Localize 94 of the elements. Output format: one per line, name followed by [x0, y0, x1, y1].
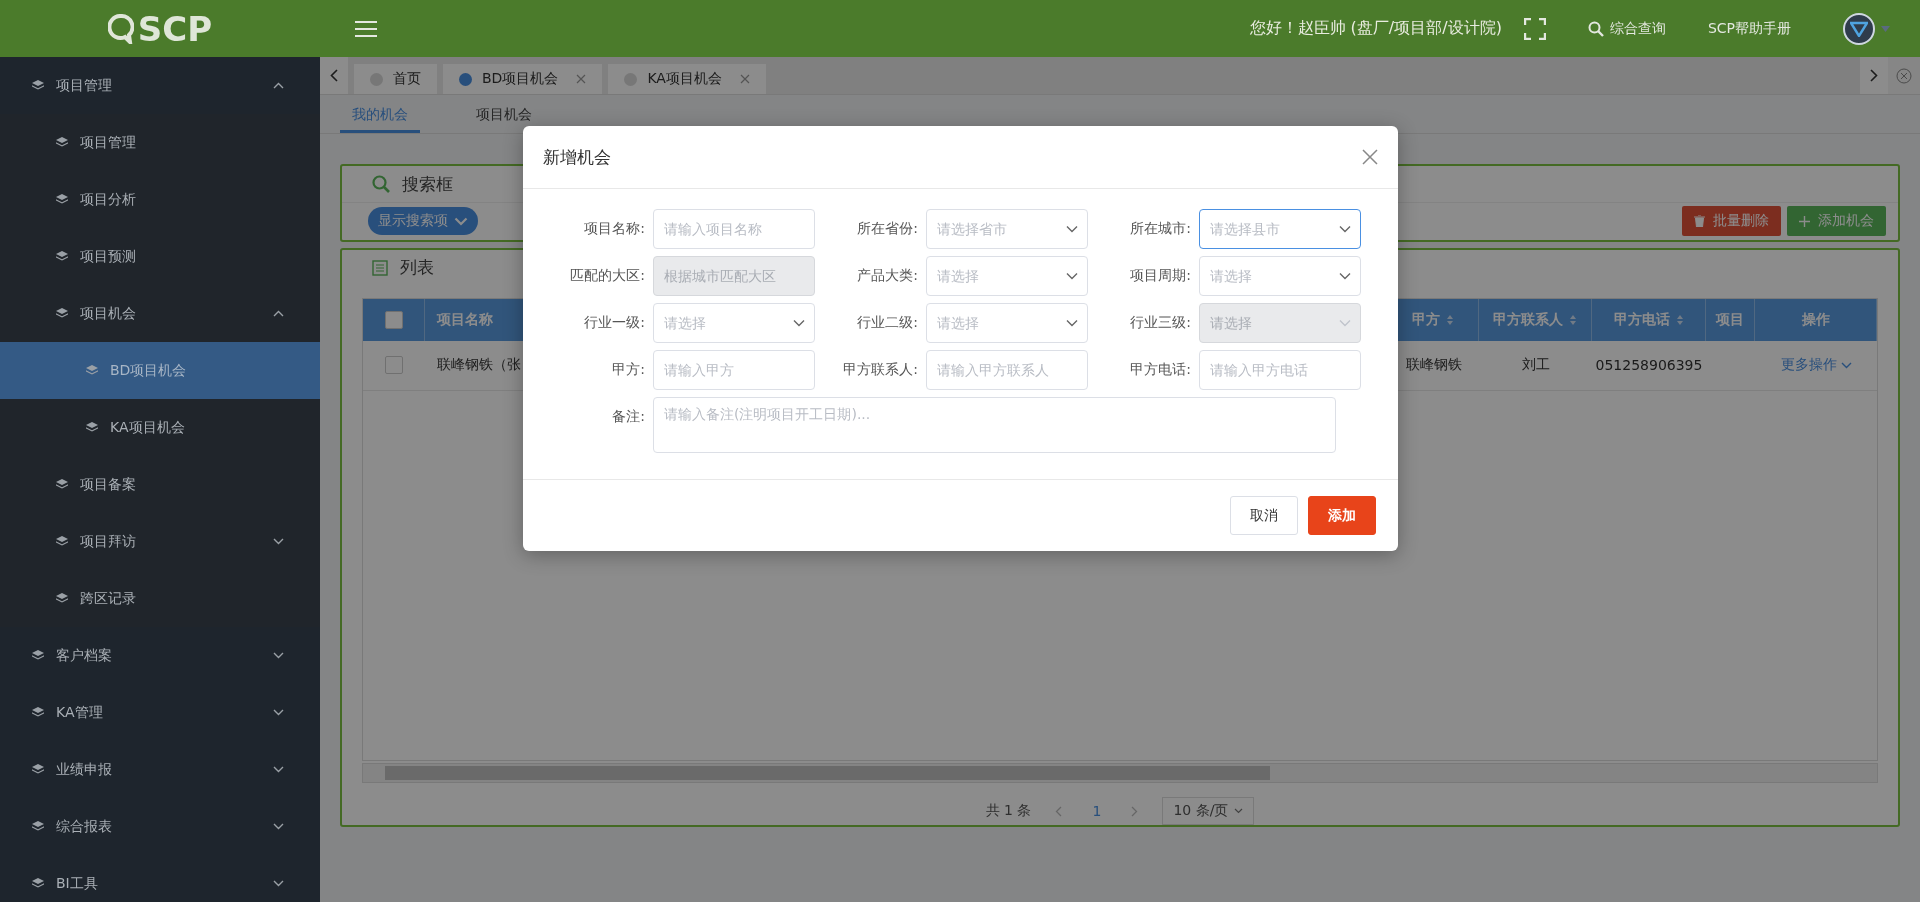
chevron-icon: [1339, 319, 1351, 327]
chevron-icon: [1339, 225, 1351, 233]
chevron-left-icon: [330, 69, 338, 82]
add-button[interactable]: 添加: [1308, 496, 1376, 535]
close-all-icon[interactable]: [1896, 67, 1912, 84]
chevron-icon: [1066, 225, 1078, 233]
total-count: 共 1 条: [985, 802, 1032, 820]
row-checkbox[interactable]: [385, 356, 403, 374]
layers-icon: [56, 593, 68, 604]
field-label: 所在省份:: [856, 219, 918, 238]
layers-icon: [56, 308, 68, 319]
select-field[interactable]: 请选择县市: [1199, 209, 1361, 249]
layers-icon: [86, 365, 98, 376]
layers-icon: [56, 536, 68, 547]
cancel-button[interactable]: 取消: [1230, 496, 1298, 535]
next-page-icon[interactable]: [1131, 805, 1139, 817]
logo-text: SCP: [137, 8, 213, 49]
text-field[interactable]: 请输入甲方: [653, 350, 815, 390]
page-size-select[interactable]: 10 条/页: [1162, 797, 1255, 825]
chevron-right-icon: [1870, 69, 1878, 82]
text-field[interactable]: 请输入甲方联系人: [926, 350, 1088, 390]
page-tab[interactable]: KA项目机会: [608, 64, 766, 94]
layers-icon: [32, 80, 44, 91]
triangle-icon: [1850, 20, 1868, 37]
close-icon: [1362, 149, 1378, 165]
page-tab[interactable]: 首页: [354, 64, 437, 94]
search-icon: [1587, 20, 1604, 37]
chevron-icon: [793, 319, 805, 327]
sort-icon[interactable]: [1446, 313, 1454, 326]
column-header: 操作: [1755, 298, 1877, 341]
table-cell: 051258906395: [1595, 357, 1703, 373]
column-header: 项目: [1706, 298, 1755, 341]
field-label: 项目周期:: [1129, 266, 1191, 285]
close-icon[interactable]: [739, 74, 750, 84]
table-cell: 联峰钢铁: [1405, 356, 1462, 374]
layers-icon: [32, 821, 44, 832]
search-link[interactable]: 综合查询: [1587, 19, 1666, 38]
field-label: 甲方电话:: [1129, 360, 1191, 379]
scroll-right-button[interactable]: [1860, 57, 1888, 94]
plus-icon: [1799, 215, 1810, 227]
field-label: 所在城市:: [1129, 219, 1191, 238]
page-tab[interactable]: BD项目机会: [443, 64, 603, 94]
field-label: 甲方联系人:: [842, 360, 918, 379]
text-field[interactable]: 请输入项目名称: [653, 209, 815, 249]
layers-icon: [86, 422, 98, 433]
sort-icon[interactable]: [1675, 313, 1684, 326]
horizontal-scrollbar[interactable]: [362, 763, 1878, 783]
search-icon: [372, 175, 390, 193]
table-cell: 刘工: [1521, 356, 1550, 374]
help-link[interactable]: SCP帮助手册: [1707, 19, 1791, 38]
fullscreen-icon[interactable]: [1523, 17, 1546, 40]
layers-icon: [56, 251, 68, 262]
dialog-title: 新增机会: [543, 145, 611, 169]
panel-title: 搜索框: [402, 172, 453, 196]
field-label: 备注:: [611, 407, 645, 426]
sidebar-item[interactable]: BD项目机会: [0, 342, 320, 399]
batch-delete-button[interactable]: 批量删除: [1682, 206, 1781, 236]
layers-icon: [32, 878, 44, 889]
text-field[interactable]: 请输入甲方电话: [1199, 350, 1361, 390]
close-button[interactable]: [1362, 149, 1378, 165]
layers-icon: [56, 194, 68, 205]
logo-icon: [107, 13, 134, 44]
menu-icon[interactable]: [355, 20, 377, 37]
field-label: 行业一级:: [583, 313, 645, 332]
layers-icon: [32, 764, 44, 775]
table-cell: 联峰钢铁（张: [437, 356, 521, 374]
chevron-icon: [1339, 272, 1351, 280]
panel-title: 列表: [400, 256, 434, 280]
layers-icon: [32, 707, 44, 718]
chevron-icon: [1234, 808, 1244, 814]
chevron-icon: [454, 216, 468, 226]
sort-icon[interactable]: [1569, 313, 1577, 326]
chevron-icon: [1840, 361, 1852, 369]
field-label: 行业三级:: [1129, 313, 1191, 332]
field-label: 项目名称:: [583, 219, 645, 238]
select-all-checkbox[interactable]: [384, 310, 403, 329]
chevron-icon: [1066, 319, 1078, 327]
avatar[interactable]: [1843, 12, 1875, 45]
layers-icon: [32, 650, 44, 661]
list-icon: [372, 259, 388, 276]
close-icon[interactable]: [576, 74, 587, 84]
field-label: 行业二级:: [856, 313, 918, 332]
field-label: 甲方:: [611, 360, 645, 379]
layers-icon: [56, 137, 68, 148]
field-label: 匹配的大区:: [569, 266, 645, 285]
scroll-left-button[interactable]: [320, 57, 348, 94]
textarea-field[interactable]: 请输入备注(注明项目开工日期)...: [653, 397, 1336, 453]
chevron-icon: [1066, 272, 1078, 280]
layers-icon: [56, 479, 68, 490]
user-greeting: 您好！赵臣帅 (盘厂/项目部/设计院): [1249, 18, 1502, 39]
prev-page-icon[interactable]: [1055, 805, 1063, 817]
sub-tab[interactable]: 项目机会: [464, 99, 544, 133]
trash-icon: [1694, 215, 1705, 227]
field-label: 产品大类:: [856, 266, 918, 285]
